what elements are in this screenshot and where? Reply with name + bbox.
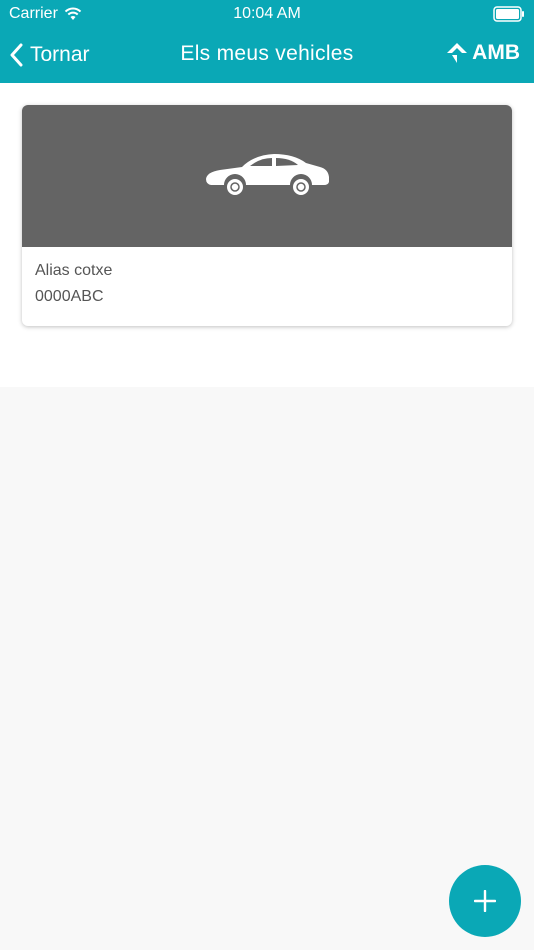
vehicle-alias: Alias cotxe	[35, 262, 113, 279]
vehicles-screen: Carrier 10:04 AM Tornar Els meus vehicle…	[0, 0, 534, 950]
amb-logo: AMB	[446, 41, 520, 65]
vehicle-list: Alias cotxe 0000ABC	[0, 83, 534, 387]
amb-logo-text: AMB	[472, 41, 520, 64]
vehicle-card-body: Alias cotxe 0000ABC	[22, 247, 512, 321]
status-bar: Carrier 10:04 AM	[0, 0, 534, 28]
vehicle-plate: 0000ABC	[35, 288, 104, 305]
vehicle-image	[22, 105, 512, 247]
amb-logo-icon	[447, 43, 468, 63]
vehicle-card[interactable]: Alias cotxe 0000ABC	[22, 105, 512, 326]
plus-icon	[474, 890, 496, 912]
car-icon	[206, 154, 329, 197]
status-time: 10:04 AM	[233, 5, 301, 22]
battery-icon	[493, 6, 524, 22]
header: Carrier 10:04 AM Tornar Els meus vehicle…	[0, 0, 534, 83]
add-vehicle-button[interactable]	[449, 865, 521, 937]
nav-bar: Tornar Els meus vehicles AMB	[0, 28, 534, 83]
